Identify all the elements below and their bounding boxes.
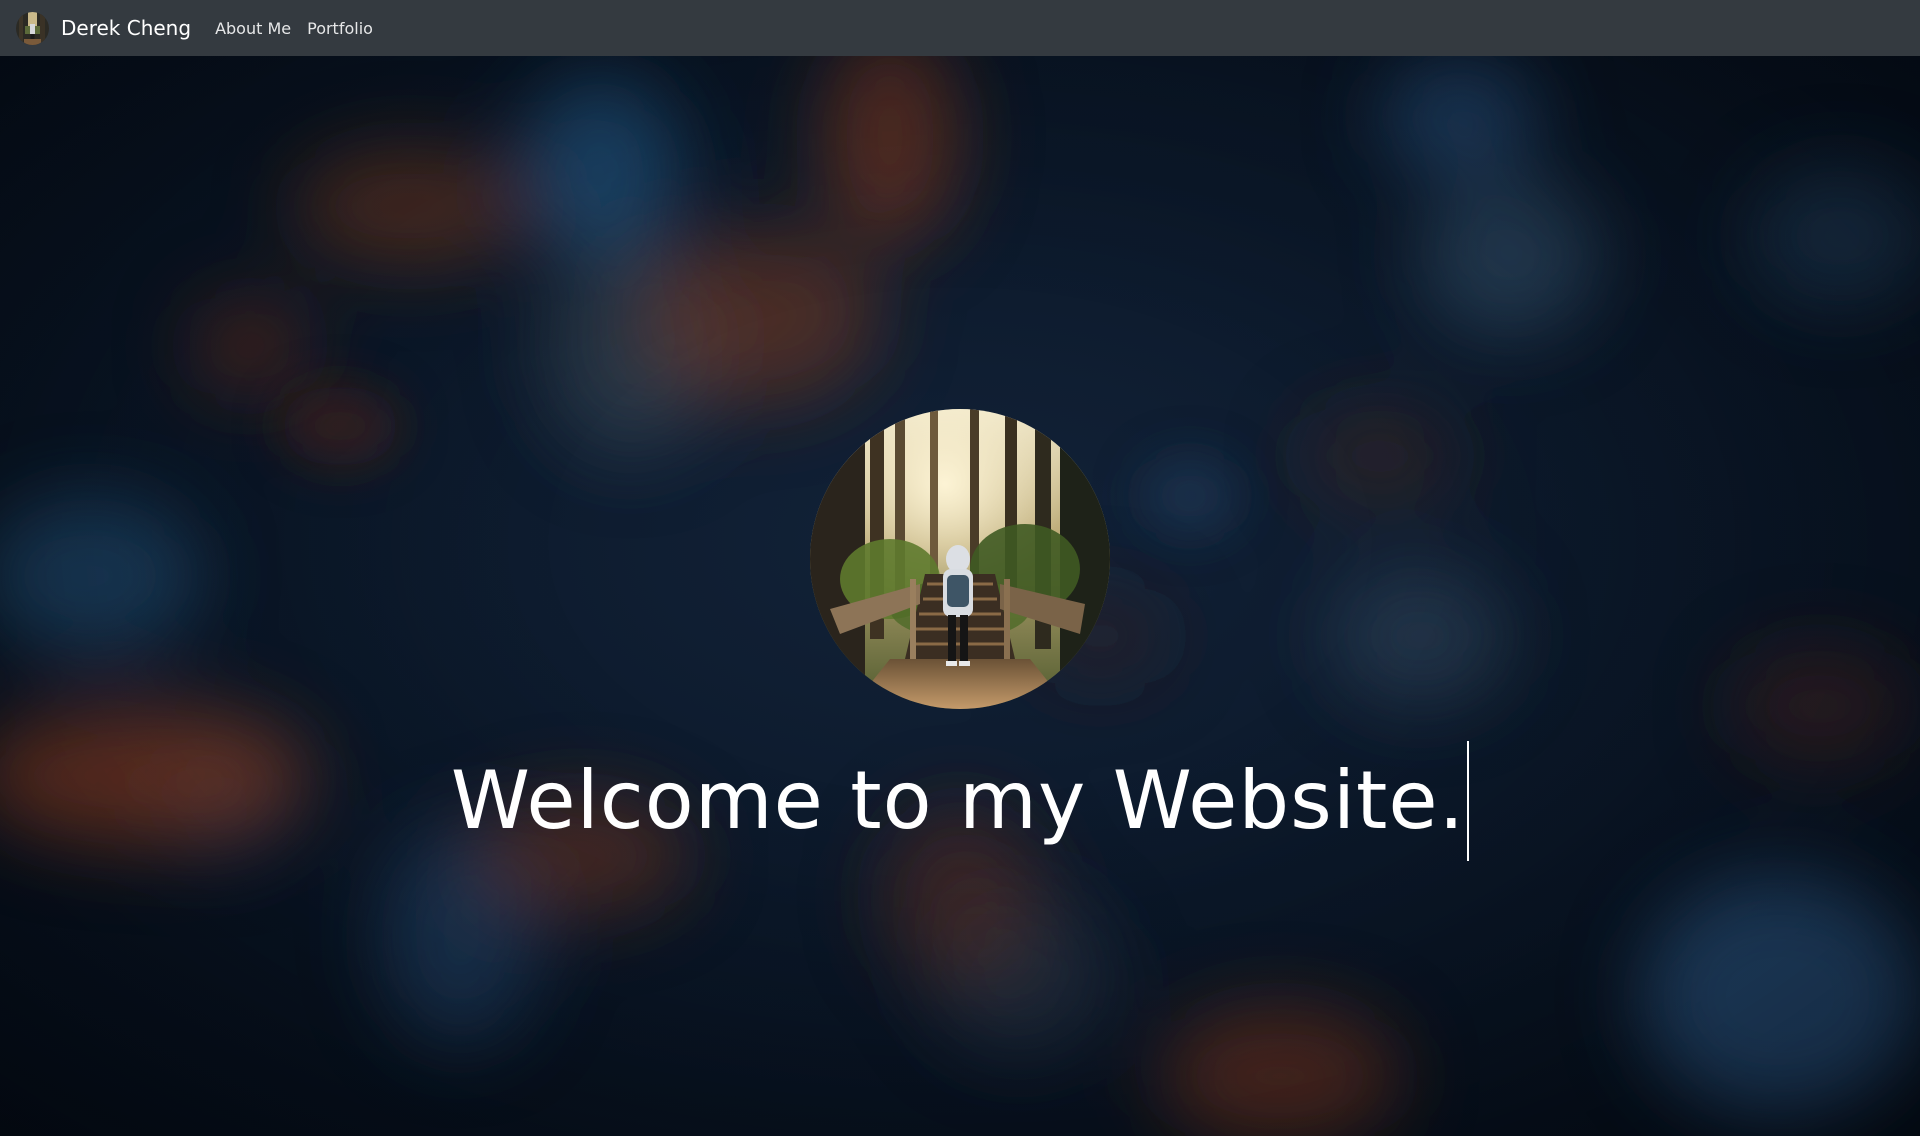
nav-links: About Me Portfolio	[215, 19, 389, 38]
hiker-photo-image	[810, 409, 1110, 709]
typing-cursor	[1467, 741, 1470, 861]
brand-name: Derek Cheng	[61, 16, 192, 40]
avatar-photo-icon	[16, 11, 49, 45]
profile-photo	[810, 409, 1110, 709]
headline-text: Welcome to my Website.	[450, 754, 1466, 847]
top-navbar: Derek Cheng About Me Portfolio	[0, 0, 1920, 56]
hero-section: Welcome to my Website.	[0, 56, 1920, 1136]
nav-link-about-me[interactable]: About Me	[215, 19, 291, 38]
brand-link[interactable]: Derek Cheng	[16, 11, 192, 45]
page: Derek Cheng About Me Portfolio Welcome t…	[0, 0, 1920, 1136]
nav-link-portfolio[interactable]: Portfolio	[307, 19, 373, 38]
hero-headline: Welcome to my Website.	[0, 741, 1920, 861]
avatar	[16, 11, 49, 45]
